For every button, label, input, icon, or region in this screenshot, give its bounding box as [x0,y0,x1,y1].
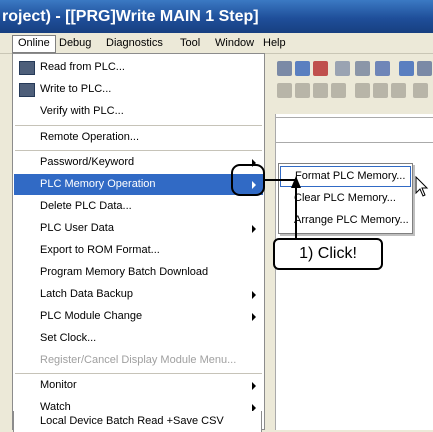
ladder-editor-area[interactable] [275,114,433,430]
callout-click-label: 1) Click! [273,238,383,270]
menu-item-verify-with-plc[interactable]: Verify with PLC... [14,101,263,122]
menu-separator [15,373,262,374]
menu-item-label: PLC User Data [40,222,114,234]
menu-separator [15,150,262,151]
toolbar-icon-2[interactable] [295,61,310,76]
menu-item-read-from-plc[interactable]: Read from PLC... [14,57,263,78]
toolbar-ladder-icon-6[interactable] [373,83,388,98]
click-highlight-ring [231,164,265,196]
toolbar-icon-8[interactable] [417,61,432,76]
menu-item-label: Remote Operation... [40,131,140,143]
menu-item-label: Local Device Batch Read +Save CSV [40,415,224,427]
divider [276,142,433,143]
menu-item-label: Latch Data Backup [40,288,133,300]
menu-item-label: Set Clock... [40,332,97,344]
submenu-item-format-plc-memory[interactable]: Format PLC Memory... [280,166,411,187]
callout-text: 1) Click! [299,245,357,262]
menu-diagnostics[interactable]: Diagnostics [101,35,168,51]
menu-help[interactable]: Help [258,35,291,51]
toolbar-ladder-icon-5[interactable] [355,83,370,98]
menu-item-label: Export to ROM Format... [40,244,160,256]
submenu-item-label: Clear PLC Memory... [294,192,396,204]
submenu-item-arrange-plc-memory[interactable]: Arrange PLC Memory... [280,210,411,231]
menu-item-export-to-rom-format[interactable]: Export to ROM Format... [14,240,263,261]
window-title: roject) - [[PRG]Write MAIN 1 Step] [2,8,259,25]
menu-item-label: PLC Memory Operation [40,178,156,190]
toolbar-icon-4[interactable] [335,61,350,76]
menu-online[interactable]: Online [12,35,56,53]
read-from-plc-icon [19,61,35,75]
menu-item-program-memory-batch-download[interactable]: Program Memory Batch Download [14,262,263,283]
menu-item-label: Read from PLC... [40,61,125,73]
menu-item-label: Program Memory Batch Download [40,266,209,278]
menu-debug[interactable]: Debug [54,35,96,51]
toolbar-row-1 [275,58,433,80]
submenu-item-label: Format PLC Memory... [295,170,406,182]
menu-tool[interactable]: Tool [175,35,205,51]
toolbar-ladder-icon-3[interactable] [313,83,328,98]
menu-item-remote-operation[interactable]: Remote Operation... [14,127,263,148]
menu-item-set-clock[interactable]: Set Clock... [14,328,263,349]
menu-item-delete-plc-data[interactable]: Delete PLC Data... [14,196,263,217]
menu-item-latch-data-backup[interactable]: Latch Data Backup [14,284,263,305]
menu-item-label: Register/Cancel Display Module Menu... [40,354,237,366]
toolbar-icon-6[interactable] [375,61,390,76]
toolbar-row-2 [275,80,433,102]
toolbar-icon-5[interactable] [355,61,370,76]
menu-window[interactable]: Window [210,35,259,51]
toolbar-icon-1[interactable] [277,61,292,76]
menu-item-label: Password/Keyword [40,156,135,168]
online-menu-dropdown: Read from PLC... Write to PLC... Verify … [12,53,265,430]
toolbar-ladder-icon-4[interactable] [331,83,346,98]
menu-item-label: Delete PLC Data... [40,200,132,212]
menu-item-monitor[interactable]: Monitor [14,375,263,396]
menu-item-write-to-plc[interactable]: Write to PLC... [14,79,263,100]
submenu-item-clear-plc-memory[interactable]: Clear PLC Memory... [280,188,411,209]
menu-item-label: Monitor [40,379,77,391]
menu-separator [15,125,262,126]
toolbar-icon-3[interactable] [313,61,328,76]
menu-item-local-device-batch-read[interactable]: Local Device Batch Read +Save CSV [13,411,262,432]
menu-item-register-cancel-display-module: Register/Cancel Display Module Menu... [14,350,263,371]
menu-item-label: Write to PLC... [40,83,112,95]
window-title-bar: roject) - [[PRG]Write MAIN 1 Step] [0,0,433,33]
toolbar-ladder-icon-8[interactable] [413,83,428,98]
toolbar-ladder-icon-1[interactable] [277,83,292,98]
menu-item-plc-module-change[interactable]: PLC Module Change [14,306,263,327]
menu-item-plc-user-data[interactable]: PLC User Data [14,218,263,239]
menu-overflow: Local Device Batch Read +Save CSV [12,411,265,432]
toolbar [275,54,433,114]
menu-item-label: Verify with PLC... [40,105,124,117]
divider [276,117,433,118]
submenu-arrow-icon [252,313,256,321]
submenu-arrow-icon [252,291,256,299]
toolbar-ladder-icon-2[interactable] [295,83,310,98]
toolbar-icon-7[interactable] [399,61,414,76]
plc-memory-operation-submenu: Format PLC Memory... Clear PLC Memory...… [278,163,413,234]
write-to-plc-icon [19,83,35,97]
submenu-arrow-icon [252,225,256,233]
submenu-arrow-icon [252,382,256,390]
menu-bar: Online Debug Diagnostics Tool Window Hel… [0,33,433,54]
menu-item-label: PLC Module Change [40,310,143,322]
submenu-item-label: Arrange PLC Memory... [294,214,409,226]
menu-item-password-keyword[interactable]: Password/Keyword [14,152,263,173]
toolbar-ladder-icon-7[interactable] [391,83,406,98]
menu-item-plc-memory-operation[interactable]: PLC Memory Operation [14,174,263,195]
